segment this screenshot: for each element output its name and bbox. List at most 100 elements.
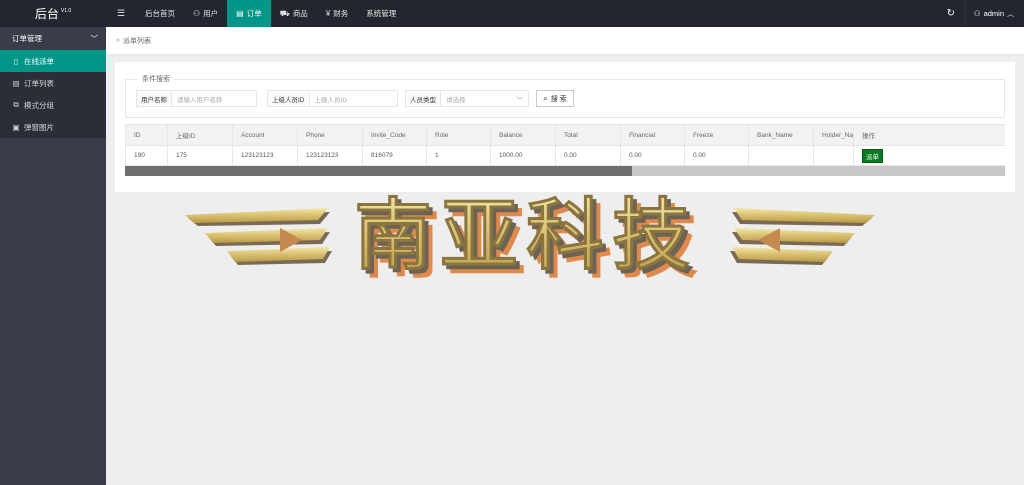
nav-system[interactable]: 系统管理 <box>357 0 405 27</box>
nav-finance-label: 财务 <box>333 9 349 18</box>
sidebar-list: ▯ 在线派单 ▤ 订单列表 ⧉ 模式分组 ▣ 弹窗图片 <box>0 50 106 138</box>
table-cell: 123123123 <box>297 145 363 166</box>
user-type-label: 人员类型 <box>406 91 441 106</box>
username: admin <box>983 9 1004 18</box>
top-nav: ☰ 后台首页 ⚇ 用户 ▤ 订单 ⛟ 商品 ¥ 财务 系统管理 <box>106 0 405 27</box>
table-cell: 816079 <box>362 145 427 166</box>
chevron-right-icon: » <box>116 37 120 44</box>
document-icon: ▤ <box>236 9 244 18</box>
table-cell: 190 <box>125 145 168 166</box>
nav-home[interactable]: 后台首页 <box>136 0 184 27</box>
sidebar-group-orders[interactable]: 订单管理 ﹀ <box>0 27 106 50</box>
chevron-down-icon: ﹀ <box>90 34 99 43</box>
column-header: Total <box>555 124 621 146</box>
app-version: V1.0 <box>60 7 72 14</box>
nav-orders-label: 订单 <box>246 9 262 18</box>
table-cell: 0.00 <box>684 145 749 166</box>
sidebar-item-popup-image[interactable]: ▣ 弹窗图片 <box>0 116 106 138</box>
cart-icon: ⛟ <box>279 8 290 18</box>
column-header: Holder_Name <box>813 124 854 146</box>
parent-id-filter: 上级人员ID 上级人员ID <box>267 90 398 107</box>
sidebar-item-mode-group[interactable]: ⧉ 模式分组 <box>0 94 106 116</box>
sidebar-item-online-dispatch[interactable]: ▯ 在线派单 <box>0 50 106 72</box>
username-filter: 用户名称 请输入用户名称 <box>136 90 257 107</box>
table-cell: 123123123 <box>232 145 298 166</box>
scrollbar-thumb[interactable] <box>125 166 632 176</box>
user-type-placeholder: 请选择 <box>446 96 466 104</box>
sidebar-item-label: 订单列表 <box>24 78 54 88</box>
app-title: 后台 <box>34 7 59 21</box>
breadcrumb-current[interactable]: 派单列表 <box>123 36 151 46</box>
sidebar: 订单管理 ﹀ ▯ 在线派单 ▤ 订单列表 ⧉ 模式分组 ▣ 弹窗图片 <box>0 27 106 485</box>
group-icon: ⧉ <box>13 100 19 109</box>
user-type-filter: 人员类型 请选择 ﹀ <box>405 90 529 107</box>
column-header: ID <box>125 124 168 146</box>
watermark-text: 南亚科技 <box>354 191 698 281</box>
nav-goods[interactable]: ⛟ 商品 <box>271 0 317 27</box>
table-cell-action: 派单 <box>853 145 1005 166</box>
user-type-select[interactable]: 请选择 ﹀ <box>441 91 528 106</box>
user-menu[interactable]: ⚇ admin ︿ <box>964 0 1024 27</box>
note-icon: ▯ <box>13 56 19 66</box>
chevron-down-icon: ﹀ <box>516 96 524 104</box>
parent-id-input[interactable]: 上级人员ID <box>309 91 397 106</box>
nav-system-label: 系统管理 <box>366 9 397 18</box>
yen-icon: ¥ <box>325 9 331 18</box>
app-logo[interactable]: 后台 V1.0 <box>0 0 106 27</box>
table-cell: 0.00 <box>555 145 621 166</box>
brand-watermark-logo: 南亚科技 南亚科技 南亚科技 <box>180 188 880 289</box>
nav-home-label: 后台首页 <box>145 9 175 18</box>
user-icon: ⚇ <box>193 9 201 18</box>
column-header: 上级ID <box>167 124 233 146</box>
table-header-row: ID 上级ID Account Phone Invite_Code Role B… <box>125 124 1005 146</box>
column-header: 操作 <box>853 124 1005 146</box>
column-header: Invite_Code <box>362 124 427 146</box>
refresh-icon: ↻ <box>946 8 956 19</box>
column-header: Role <box>426 124 491 146</box>
top-bar: 后台 V1.0 ☰ 后台首页 ⚇ 用户 ▤ 订单 ⛟ 商品 ¥ 财务 系统管理 ↻ ⚇ a… <box>0 0 1024 27</box>
dispatch-button[interactable]: 派单 <box>862 148 883 163</box>
column-header: Financial <box>620 124 685 146</box>
horizontal-scrollbar[interactable] <box>125 166 1005 176</box>
table-cell <box>748 145 814 166</box>
table-cell: 1000.00 <box>490 145 556 166</box>
sidebar-item-order-list[interactable]: ▤ 订单列表 <box>0 72 106 94</box>
search-icon: ⌕ <box>543 93 548 103</box>
breadcrumb: » 派单列表 <box>106 27 1024 54</box>
right-wing-icon <box>730 208 875 265</box>
left-wing-icon <box>185 208 332 265</box>
search-button[interactable]: ⌕ 搜 索 <box>536 90 574 107</box>
column-header: Phone <box>297 124 363 146</box>
chevron-up-icon: ︿ <box>1007 10 1014 18</box>
search-legend: 条件搜索 <box>138 74 174 84</box>
nav-users-label: 用户 <box>203 9 219 18</box>
column-header: Account <box>232 124 298 146</box>
nav-users[interactable]: ⚇ 用户 <box>184 0 227 27</box>
table-row: 190 175 123123123 123123123 816079 1 100… <box>125 145 1005 166</box>
wings-logo-image: 南亚科技 南亚科技 南亚科技 <box>185 191 875 289</box>
sidebar-group-label: 订单管理 <box>12 34 42 43</box>
menu-icon: ☰ <box>116 8 126 18</box>
image-icon: ▣ <box>12 122 20 132</box>
nav-orders[interactable]: ▤ 订单 <box>227 0 271 27</box>
sidebar-item-label: 在线派单 <box>24 56 54 66</box>
content-card: 条件搜索 用户名称 请输入用户名称 上级人员ID 上级人员ID 人员类型 请选择… <box>115 62 1015 192</box>
column-header: Balance <box>490 124 556 146</box>
username-label: 用户名称 <box>137 91 172 106</box>
search-button-label: 搜 索 <box>550 95 567 103</box>
column-header: Freeze <box>684 124 749 146</box>
nav-goods-label: 商品 <box>292 9 308 18</box>
table-cell: 175 <box>167 145 233 166</box>
menu-toggle-button[interactable]: ☰ <box>106 0 136 27</box>
dispatch-table: ID 上级ID Account Phone Invite_Code Role B… <box>125 124 1005 177</box>
sidebar-item-label: 弹窗图片 <box>24 122 54 132</box>
nav-finance[interactable]: ¥ 财务 <box>317 0 357 27</box>
column-header: Bank_Name <box>748 124 814 146</box>
table-cell: 1 <box>426 145 491 166</box>
parent-id-label: 上级人员ID <box>268 91 310 106</box>
table-cell: 0.00 <box>620 145 685 166</box>
table-cell <box>813 145 854 166</box>
refresh-button[interactable]: ↻ <box>937 0 965 27</box>
user-icon: ⚇ <box>973 9 981 18</box>
username-input[interactable]: 请输入用户名称 <box>172 91 256 106</box>
